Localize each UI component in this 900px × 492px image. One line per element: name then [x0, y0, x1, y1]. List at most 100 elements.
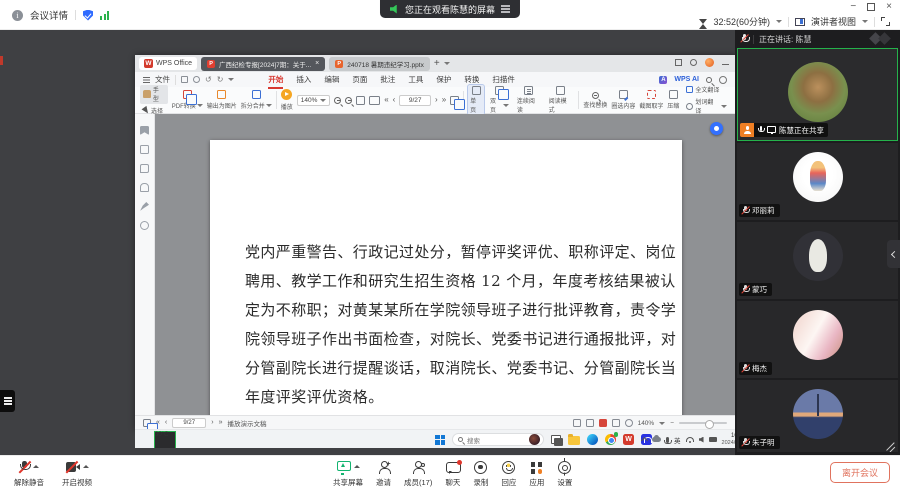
leave-meeting-button[interactable]: 离开会议 [830, 462, 890, 483]
collapsed-menu-tab[interactable] [0, 390, 15, 412]
menu-tab-tools[interactable]: 工具 [408, 74, 423, 85]
double-page-button[interactable]: 双页 [488, 85, 511, 116]
menu-tab-insert[interactable]: 插入 [296, 74, 311, 85]
menu-tab-edit[interactable]: 编辑 [324, 74, 339, 85]
last-page-button[interactable]: » [442, 96, 446, 104]
continuous-read-button[interactable]: 连续阅读 [515, 85, 543, 116]
zoom-dropdown[interactable]: 140% [297, 95, 331, 106]
bookmark-icon[interactable] [140, 126, 149, 135]
read-mode-button[interactable]: 阅读模式 [547, 85, 575, 116]
chrome-browser-icon[interactable] [605, 434, 616, 445]
view-single-icon[interactable] [573, 419, 581, 427]
page-number-input[interactable]: 9/27 [399, 95, 431, 106]
ai-assistant-fab[interactable] [710, 122, 723, 135]
tab-list-caret-icon[interactable] [444, 62, 450, 65]
translate-full-button[interactable]: 全文翻译 [683, 85, 730, 95]
fullscreen-icon[interactable] [881, 17, 890, 26]
compress-button[interactable]: 压缩 [667, 90, 679, 110]
menu-tab-protect[interactable]: 保护 [436, 74, 451, 85]
zoom-in-icon[interactable] [345, 97, 352, 104]
video-options-caret[interactable] [83, 465, 89, 468]
chat-button[interactable]: 聊天 [445, 460, 460, 488]
status-last-page[interactable]: » [219, 419, 223, 427]
new-tab-button[interactable]: + [434, 59, 440, 69]
meeting-details-button[interactable]: 会议详情 [30, 8, 68, 22]
unmute-button[interactable]: 解除静音 [14, 460, 44, 488]
participant-tile[interactable]: 邓丽莉 [737, 143, 898, 220]
reactions-button[interactable]: 回应 [501, 460, 516, 488]
maximize-button[interactable] [867, 3, 875, 11]
search-icon[interactable] [706, 77, 712, 83]
undo-icon[interactable]: ↺ [205, 76, 212, 84]
sidebar-collapse-button[interactable] [887, 240, 900, 268]
play-slideshow-button[interactable]: 播放 [281, 89, 293, 111]
prev-page-button[interactable]: ‹ [393, 96, 396, 104]
next-page-button[interactable]: › [435, 96, 438, 104]
book-view-icon[interactable] [450, 96, 459, 105]
menu-tab-home[interactable]: 开始 [268, 74, 283, 85]
find-replace-button[interactable]: 查找替换 [583, 91, 607, 110]
taskbar-search[interactable]: 搜索 [452, 433, 544, 446]
file-explorer-icon[interactable] [568, 436, 580, 445]
meeting-timer[interactable]: 32:52(60分钟) [713, 15, 770, 28]
participant-tile[interactable]: 朱子明 [737, 380, 898, 452]
document-view[interactable]: 党内严重警告、行政记过处分，暂停评奖评优、职称评定、岗位 聘用、教学工作和研究生… [155, 114, 735, 415]
fit-page-icon[interactable] [356, 96, 365, 105]
zoom-slider[interactable] [679, 422, 727, 424]
comment-panel-icon[interactable] [140, 164, 149, 173]
stamp-icon[interactable] [140, 221, 149, 230]
share-options-caret[interactable] [354, 465, 360, 468]
apps-button[interactable]: 应用 [529, 460, 544, 488]
timer-caret-icon[interactable] [776, 20, 782, 23]
hand-tool-button[interactable]: 手型 [140, 85, 168, 104]
zoom-out-icon[interactable] [334, 97, 341, 104]
menu-tab-scan[interactable]: 扫描件 [492, 74, 515, 85]
zoom-caret-icon[interactable] [659, 422, 665, 425]
pdf-page[interactable]: 党内严重警告、行政记过处分，暂停评奖评优、职称评定、岗位 聘用、教学工作和研究生… [210, 140, 682, 415]
view-mode-selector[interactable]: 演讲者视图 [811, 15, 856, 28]
redo-icon[interactable]: ↻ [217, 76, 224, 84]
settings-button[interactable]: 设置 [557, 460, 572, 488]
export-image-button[interactable]: 输出为图片 [207, 90, 237, 110]
resize-handle[interactable] [885, 439, 896, 450]
wps-taskbar-icon[interactable]: W [623, 434, 634, 445]
security-shield-icon[interactable] [83, 10, 93, 21]
menu-tab-convert[interactable]: 转换 [464, 74, 479, 85]
wps-ai-button[interactable]: WPS AI [674, 76, 699, 83]
save-icon[interactable] [181, 76, 188, 83]
first-page-button[interactable]: « [384, 96, 388, 104]
participant-tile[interactable]: 梅杰 [737, 301, 898, 378]
view-active-icon[interactable] [599, 419, 607, 427]
wps-restore-icon[interactable] [675, 59, 682, 66]
battery-icon[interactable] [709, 437, 717, 442]
document-tab-pptx[interactable]: P 240718 暑期违纪学习.pptx [329, 57, 430, 71]
thumbnail-panel-icon[interactable] [140, 145, 149, 154]
sign-pen-icon[interactable] [140, 202, 149, 211]
weather-widget[interactable]: 30°C 局部多云 [140, 431, 176, 448]
split-merge-button[interactable]: 拆分合并 [241, 90, 272, 110]
wifi-icon[interactable] [686, 437, 694, 442]
invite-button[interactable]: + 邀请 [376, 460, 391, 488]
edge-browser-icon[interactable] [587, 434, 598, 445]
fit-width-icon[interactable] [369, 96, 380, 105]
cloud-sync-icon[interactable] [652, 437, 661, 442]
view-double-icon[interactable] [586, 419, 594, 427]
close-tab-icon[interactable]: × [315, 60, 319, 67]
banner-menu-icon[interactable] [501, 5, 510, 6]
lasso-select-button[interactable]: 圈选内容 [611, 90, 635, 110]
start-video-button[interactable]: 开启视频 [62, 460, 92, 488]
wps-minimize-icon[interactable] [722, 64, 729, 65]
task-view-button[interactable] [551, 435, 561, 444]
status-prev-page[interactable]: ‹ [165, 419, 167, 427]
share-screen-button[interactable]: 共享屏幕 [333, 460, 363, 488]
zoom-minus[interactable]: − [670, 420, 674, 427]
status-page-input[interactable]: 9/27 [172, 418, 206, 428]
record-button[interactable]: 录制 [473, 460, 488, 488]
menu-tab-page[interactable]: 页面 [352, 74, 367, 85]
menu-tab-comment[interactable]: 批注 [380, 74, 395, 85]
volume-icon[interactable] [699, 437, 704, 443]
ime-indicator[interactable]: 英 [674, 435, 681, 445]
quickbar-caret-icon[interactable] [228, 78, 234, 81]
watching-banner[interactable]: 您正在观看陈慧的屏幕 [380, 0, 520, 18]
mic-options-caret[interactable] [33, 465, 39, 468]
